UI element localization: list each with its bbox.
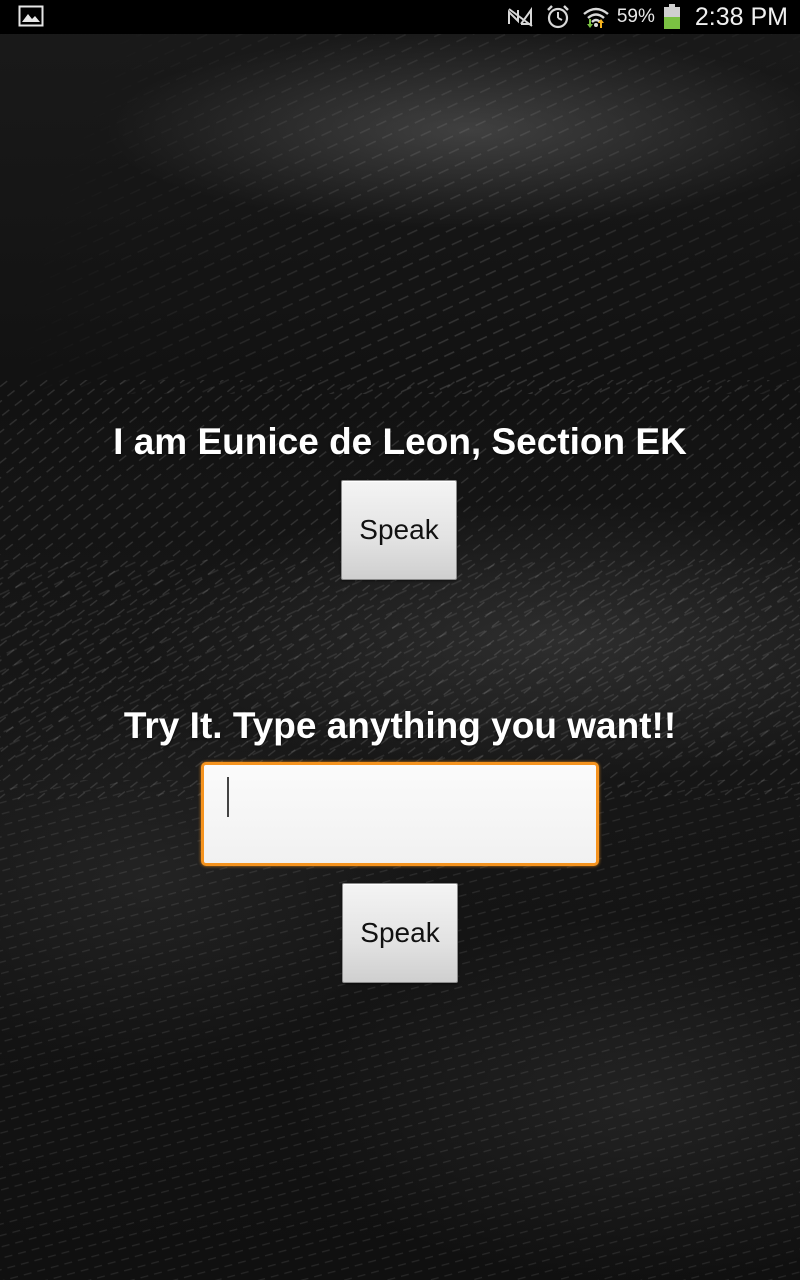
wifi-icon — [583, 7, 609, 28]
status-bar: 59% 2:38 PM — [0, 0, 800, 34]
speak-button-intro[interactable]: Speak — [341, 480, 457, 580]
gallery-icon — [18, 5, 44, 27]
app-screen: 59% 2:38 PM I am Eunice de Leon, Section… — [0, 0, 800, 1280]
speech-text-input[interactable] — [201, 762, 599, 866]
battery-icon — [663, 4, 680, 29]
no-signal-icon — [507, 6, 533, 27]
status-clock: 2:38 PM — [694, 2, 788, 31]
prompt-text: Try It. Type anything you want!! — [123, 705, 677, 746]
battery-percent: 59% — [616, 6, 655, 27]
intro-text: I am Eunice de Leon, Section EK — [113, 421, 687, 462]
text-cursor — [227, 777, 229, 817]
alarm-icon — [547, 5, 569, 29]
wallpaper-background — [0, 34, 800, 1280]
speak-button-typed[interactable]: Speak — [342, 883, 458, 983]
status-icons: 59% 2:38 PM — [505, 0, 788, 34]
